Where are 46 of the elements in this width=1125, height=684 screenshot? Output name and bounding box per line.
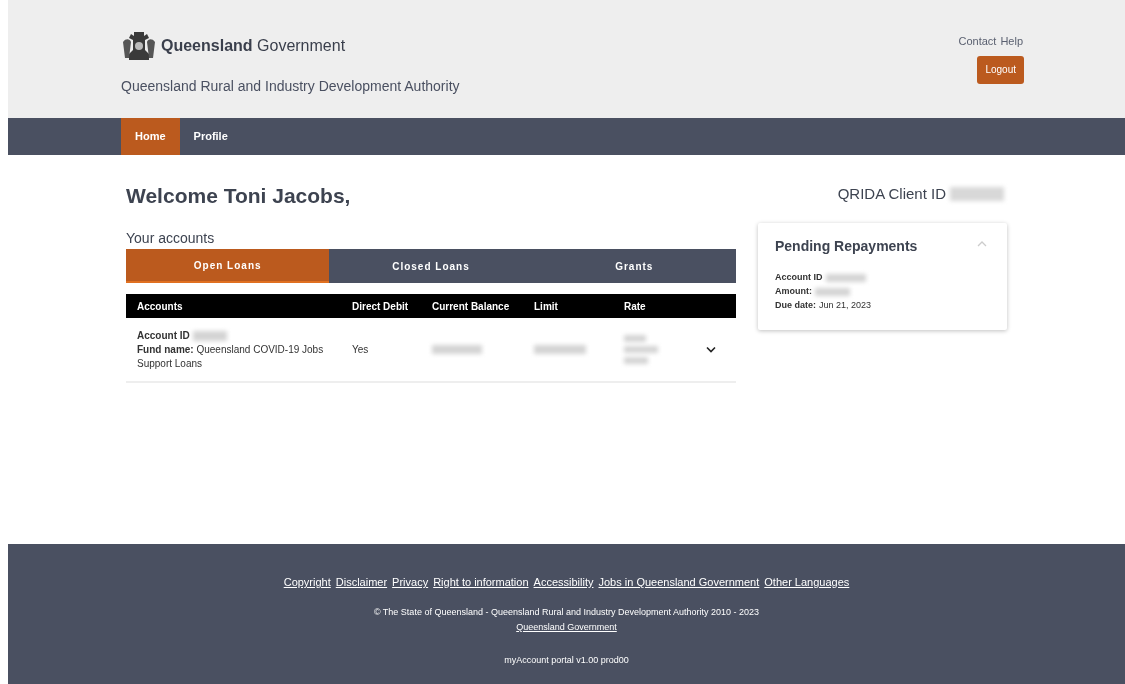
- redacted-value: [815, 287, 850, 296]
- redacted-value: [624, 346, 658, 353]
- nav-tab[interactable]: Profile: [179, 118, 242, 155]
- chevron-icon[interactable]: [706, 346, 716, 353]
- column-header: Accounts: [137, 300, 183, 312]
- client-id-label: QRIDA Client ID: [837, 183, 946, 204]
- nav-tab[interactable]: Home: [121, 118, 180, 155]
- header-link[interactable]: Help: [1000, 33, 1023, 50]
- logo-text: Queensland Government: [161, 36, 346, 56]
- field-label: Account ID: [775, 270, 823, 284]
- column-header: Current Balance: [432, 300, 510, 312]
- column-header: Limit: [534, 300, 558, 312]
- redacted-value: [624, 357, 648, 364]
- footer-link[interactable]: Other Languages: [764, 574, 850, 591]
- header-link[interactable]: Contact: [958, 33, 997, 50]
- redacted-value: [825, 273, 866, 282]
- section-heading: Your accounts: [126, 229, 216, 248]
- card-title: Pending Repayments: [775, 237, 918, 256]
- version-text: myAccount portal v1.00 prod00: [504, 653, 629, 667]
- account-tab[interactable]: Open Loans: [126, 249, 330, 283]
- redacted-value: [192, 330, 227, 341]
- field-label: Due date:: [775, 298, 816, 312]
- copyright-text: © The State of Queensland - Queensland Rural and Industry Development Authority 2010 - 2023: [373, 605, 760, 619]
- field-value: Jun 21, 2023: [819, 298, 872, 312]
- redacted-value: [950, 187, 1004, 201]
- redacted-value: [432, 345, 482, 354]
- field-label: Amount:: [775, 284, 812, 298]
- footer-link[interactable]: Disclaimer: [335, 574, 388, 591]
- column-header: Direct Debit: [352, 300, 409, 312]
- footer-link[interactable]: Privacy: [392, 574, 429, 591]
- account-tab[interactable]: Closed Loans: [329, 249, 533, 283]
- fund-name-text: Fund name: Queensland COVID-19 Jobs Support Loans: [137, 342, 325, 371]
- footer-link[interactable]: Right to information: [433, 574, 529, 591]
- government-link[interactable]: Queensland Government: [516, 621, 617, 635]
- redacted-value: [624, 335, 646, 342]
- redacted-value: [534, 345, 586, 354]
- welcome-heading: Welcome Toni Jacobs,: [126, 183, 352, 208]
- column-header: Rate: [624, 300, 646, 312]
- logout-button[interactable]: Logout: [977, 55, 1024, 84]
- agency-name: Queensland Rural and Industry Development Authority: [121, 77, 460, 96]
- table-cell: Yes: [352, 344, 369, 355]
- field-label: Account ID: [137, 328, 190, 343]
- footer-link[interactable]: Copyright: [283, 574, 331, 591]
- footer-link[interactable]: Jobs in Queensland Government: [598, 574, 760, 591]
- account-tab[interactable]: Grants: [532, 249, 736, 283]
- footer-link[interactable]: Accessibility: [533, 574, 594, 591]
